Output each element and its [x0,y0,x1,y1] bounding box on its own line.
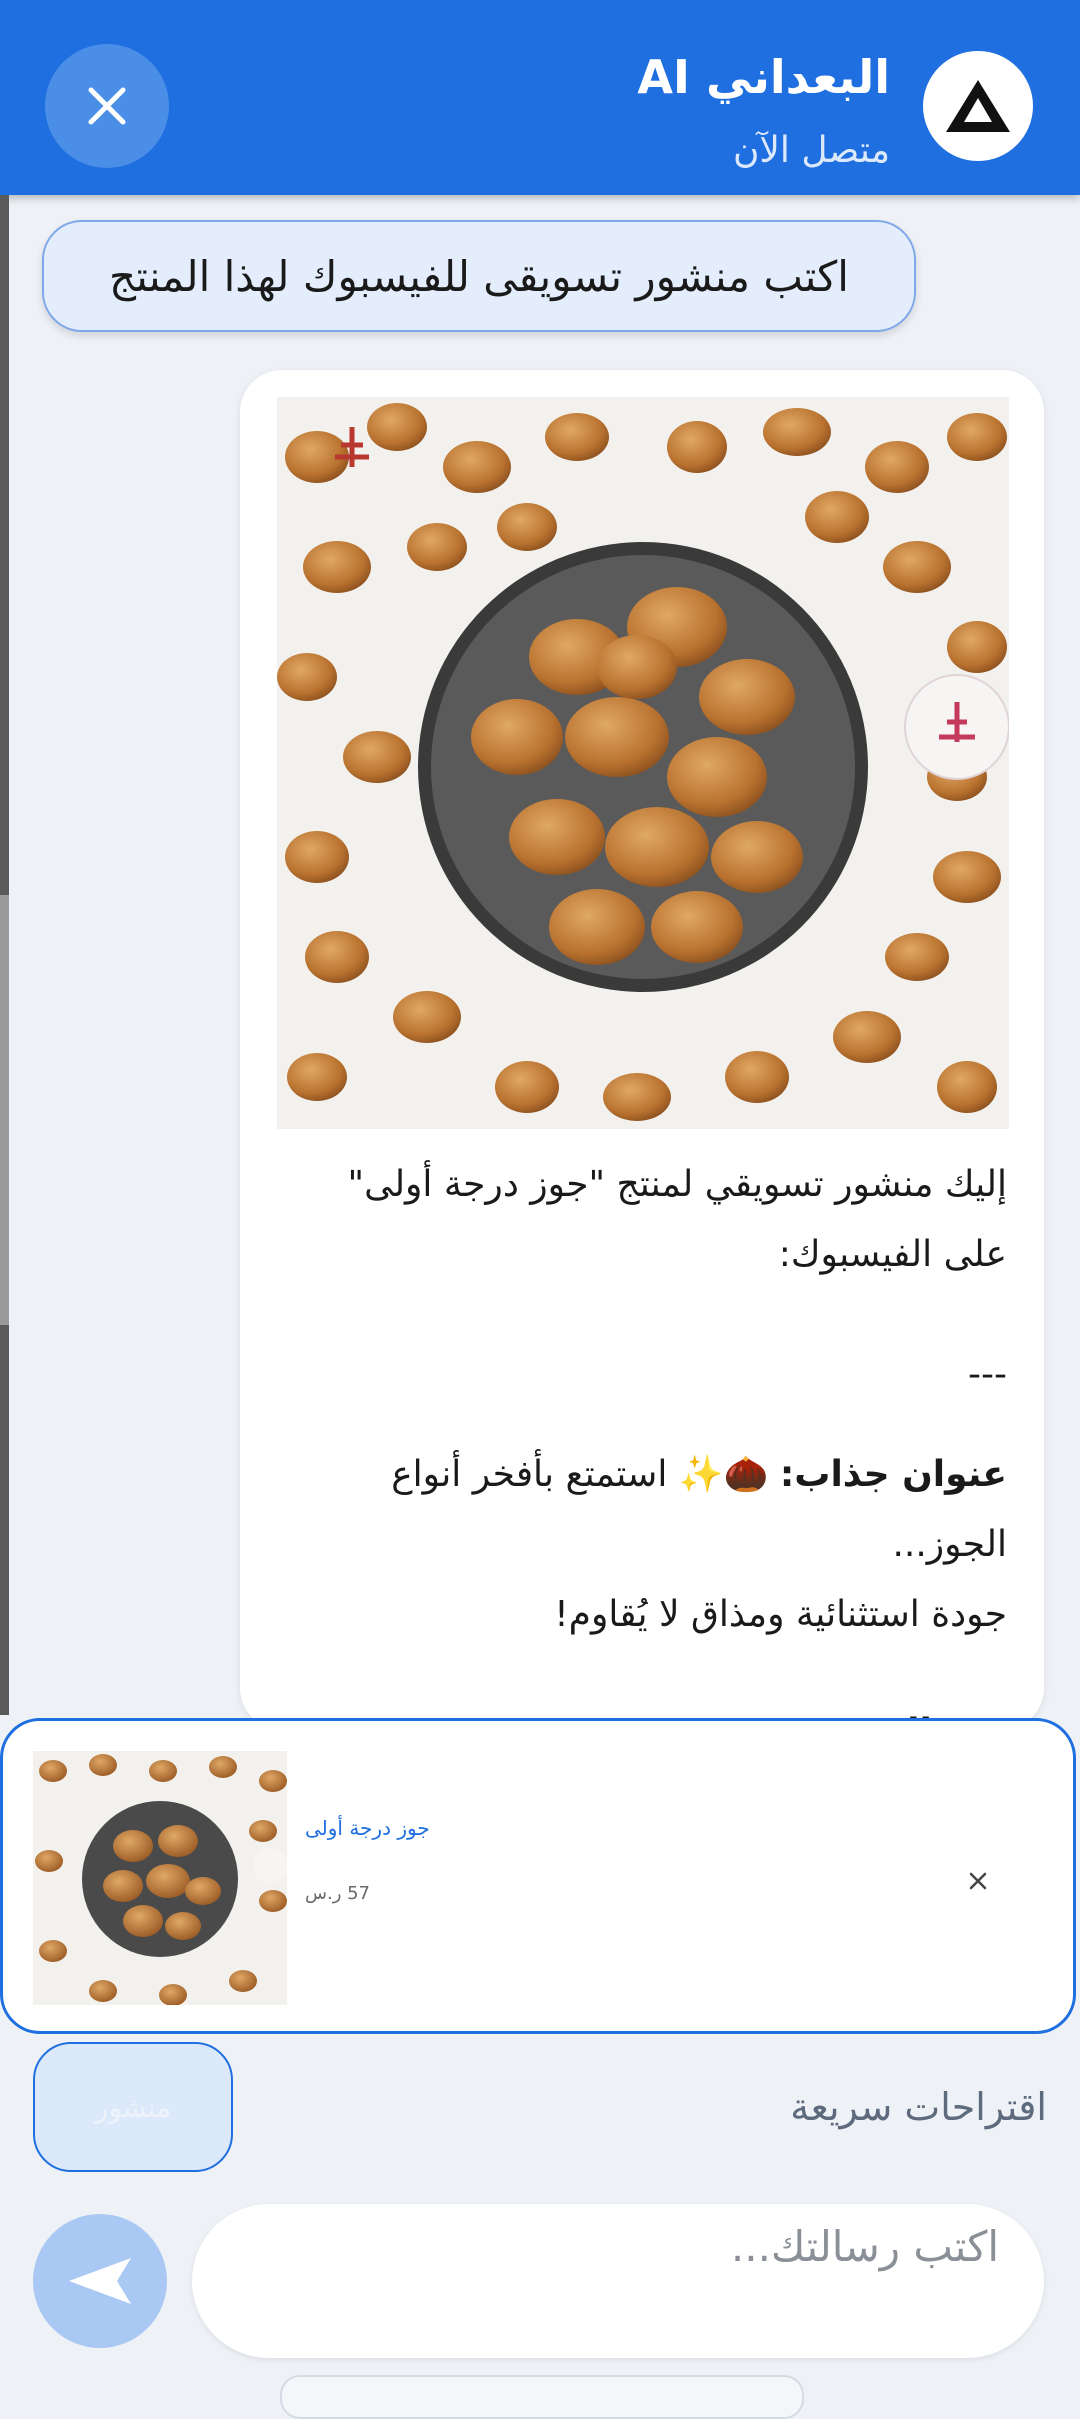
user-message-text: اكتب منشور تسويقى للفيسبوك لهذا المنتج [109,251,849,301]
assistant-message-card: إليك منشور تسويقي لمنتج "جوز درجة أولى" … [240,370,1044,1730]
product-name: جوز درجة أولى [305,1816,430,1840]
bottom-panel-peek [280,2375,804,2419]
user-message-bubble: اكتب منشور تسويقى للفيسبوك لهذا المنتج [42,220,916,332]
assistant-message-text: إليك منشور تسويقي لمنتج "جوز درجة أولى" … [277,1150,1007,1730]
quick-suggestion-chip-label: منشور [94,2090,172,2124]
close-icon [88,87,126,125]
scrollbar-thumb[interactable] [0,895,9,1325]
quick-suggestion-chip[interactable]: منشور [33,2042,233,2172]
headline-label: عنوان جذاب: [779,1454,1007,1495]
product-thumbnail [33,1751,287,2005]
bot-line-1: إليك منشور تسويقي لمنتج "جوز درجة أولى" [347,1164,1007,1205]
online-status: متصل الآن [732,130,890,171]
quick-suggestions-label: اقتراحات سريعة [790,2085,1047,2129]
logo-triangle-icon [946,80,1010,132]
send-icon [69,2258,131,2304]
bot-separator: --- [968,1354,1007,1395]
brand-logo [923,51,1033,161]
walnut-product-image [277,397,1009,1129]
product-context-card: جوز درجة أولى 57 ر.س [0,1718,1076,2034]
message-placeholder: اكتب رسالتك... [730,2222,999,2271]
chat-scrollbar[interactable] [0,195,9,1715]
message-input[interactable]: اكتب رسالتك... [192,2204,1044,2358]
bot-headline: عنوان جذاب: 🌰✨ استمتع بأفخر أنواع الجوز.… [277,1440,1007,1580]
bot-line-2: على الفيسبوك: [778,1234,1007,1275]
send-button[interactable] [33,2214,167,2348]
product-price: 57 ر.س [305,1883,371,1904]
chat-header: البعداني AI متصل الآن [0,0,1080,195]
close-chat-button[interactable] [45,44,169,168]
remove-product-icon[interactable] [963,1866,993,1896]
bot-headline-line-2: جودة استثنائية ومذاق لا يُقاوم! [554,1594,1007,1635]
assistant-name: البعداني AI [637,50,890,104]
